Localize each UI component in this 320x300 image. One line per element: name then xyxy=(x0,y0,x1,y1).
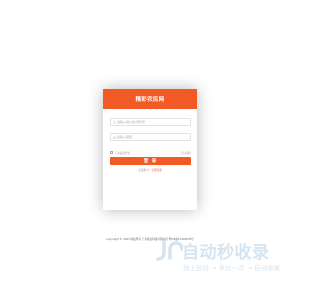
username-input[interactable]: 请输入用户名/手机号 xyxy=(110,118,191,126)
username-placeholder: 请输入用户名/手机号 xyxy=(117,120,146,124)
register-row: 还没账号？立即注册 xyxy=(103,168,197,172)
forgot-password-link[interactable]: 忘记密码 xyxy=(181,151,191,155)
watermark-logo-icon xyxy=(156,238,183,261)
remember-row: 下次自动登录 忘记密码 xyxy=(110,150,191,155)
watermark-title: 自动秒收录 xyxy=(182,243,270,263)
login-button[interactable]: 登 录 xyxy=(110,157,191,165)
register-link[interactable]: 立即注册 xyxy=(151,169,161,172)
login-title: 精彩农民网 xyxy=(135,97,165,103)
remember-label: 下次自动登录 xyxy=(114,151,131,155)
password-input[interactable]: 请输入密码 xyxy=(110,133,191,141)
watermark-subtitle: 放上链接 → 来访一次 → 自动收录 xyxy=(183,264,281,272)
remember-me[interactable]: 下次自动登录 xyxy=(110,151,130,155)
lock-icon xyxy=(112,135,116,139)
register-prompt: 还没账号？ xyxy=(138,169,152,172)
user-icon xyxy=(112,120,116,124)
login-header: 精彩农民网 xyxy=(103,89,197,109)
login-card: 精彩农民网 请输入用户名/手机号 请输入密码 下次自动登录 忘记密码 登 录 还… xyxy=(103,89,197,210)
watermark: 自动秒收录 放上链接 → 来访一次 → 自动收录 xyxy=(155,238,283,276)
remember-checkbox[interactable] xyxy=(110,151,113,154)
password-placeholder: 请输入密码 xyxy=(117,135,133,139)
